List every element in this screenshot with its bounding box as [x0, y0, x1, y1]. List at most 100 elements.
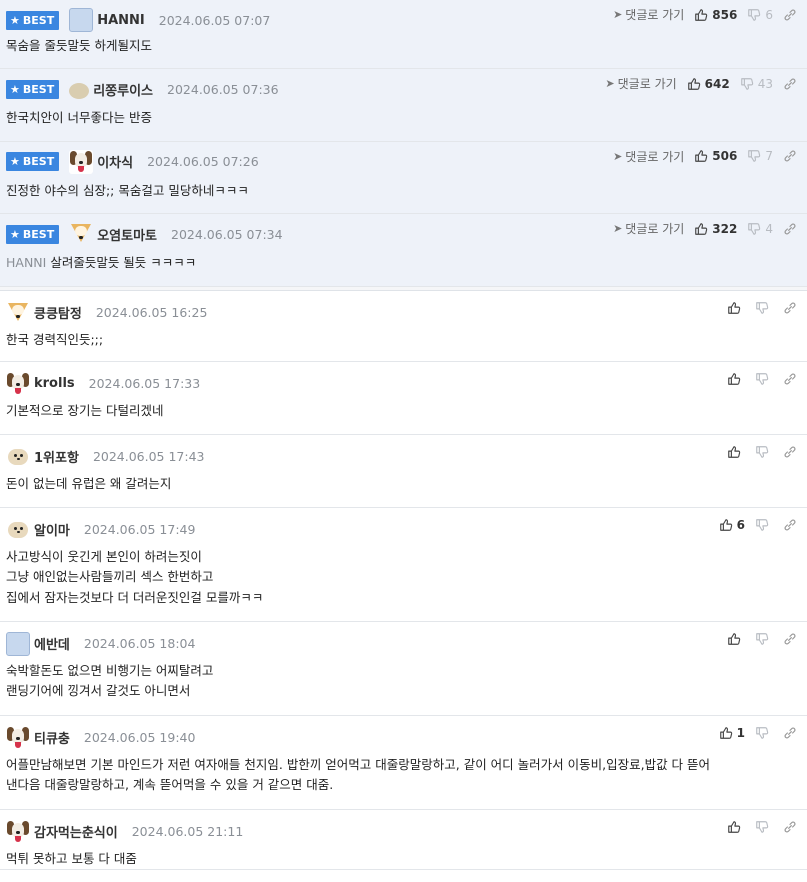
comment-actions: 1 [719, 726, 797, 740]
upvote-button[interactable] [727, 632, 745, 646]
best-comment: ★ BEST 리쫑루이스 2024.06.05 07:36 ➤ 댓글로 가기 642… [0, 69, 807, 142]
comment-actions [727, 445, 797, 459]
downvote-button[interactable] [755, 726, 773, 740]
comment-header: 티큐충 2024.06.05 19:40 [6, 725, 196, 750]
goto-comment-link[interactable]: ➤ 댓글로 가기 [613, 6, 684, 23]
comment: 감자먹는춘식이 2024.06.05 21:11 먹튀 못하고 보통 다 대줌 [0, 810, 807, 870]
comment-date: 2024.06.05 19:40 [83, 730, 196, 745]
nickname[interactable]: 에반데 [34, 634, 70, 653]
upvote-button[interactable]: 642 [687, 77, 730, 91]
avatar[interactable] [69, 8, 94, 32]
nickname[interactable]: 알이마 [34, 520, 70, 539]
upvote-button[interactable]: 1 [719, 726, 745, 740]
upvote-button[interactable]: 6 [719, 518, 745, 532]
thumbs-up-icon [728, 820, 741, 833]
link-icon[interactable] [783, 820, 797, 834]
downvote-button[interactable] [755, 372, 773, 386]
comment-actions [727, 632, 797, 646]
avatar[interactable] [6, 819, 30, 844]
send-arrow-icon: ➤ [613, 149, 623, 163]
nickname[interactable]: 감자먹는춘식이 [34, 822, 118, 841]
goto-comment-link[interactable]: ➤ 댓글로 가기 [605, 75, 676, 92]
comment-actions [727, 820, 797, 834]
nickname[interactable]: 리쫑루이스 [93, 80, 153, 99]
nickname[interactable]: 티큐충 [34, 728, 70, 747]
avatar[interactable] [6, 631, 30, 656]
link-icon[interactable] [783, 301, 797, 315]
goto-comment-link[interactable]: ➤ 댓글로 가기 [613, 220, 684, 237]
comment-line: 먹튀 못하고 보통 다 대줌 [6, 850, 137, 866]
downvote-button[interactable]: 7 [747, 149, 773, 163]
comment-line: 집에서 잠자는것보다 더 더러운짓인걸 모를까ㅋㅋ [6, 589, 264, 605]
link-icon[interactable] [783, 8, 797, 22]
goto-comment-link[interactable]: ➤ 댓글로 가기 [613, 148, 684, 165]
comment-header: 킁킁탐정 2024.06.05 16:25 [6, 302, 207, 324]
downvote-button[interactable] [755, 445, 773, 459]
comment-header: 에반데 2024.06.05 18:04 [6, 631, 195, 656]
link-icon[interactable] [783, 632, 797, 646]
avatar[interactable] [6, 518, 30, 542]
upvote-button[interactable] [727, 820, 745, 834]
thumbs-down-icon [756, 518, 769, 531]
downvote-button[interactable]: 6 [747, 8, 773, 22]
upvote-button[interactable] [727, 372, 745, 386]
avatar[interactable] [69, 149, 94, 174]
downvote-button[interactable]: 43 [740, 77, 773, 91]
best-comment: ★ BEST HANNI 2024.06.05 07:07 ➤ 댓글로 가기 856… [0, 0, 807, 69]
comment-header: ★ BEST 리쫑루이스 2024.06.05 07:36 [6, 78, 279, 100]
link-icon[interactable] [783, 222, 797, 236]
reply-target[interactable]: HANNI [6, 255, 46, 270]
nickname[interactable]: HANNI [97, 13, 145, 28]
upvote-button[interactable]: 856 [694, 8, 737, 22]
comment-text: 어플만남해보면 기본 마인드가 저런 여자애들 천지임. 밥한끼 얻어먹고 대줄… [6, 755, 801, 796]
comment: 에반데 2024.06.05 18:04 숙박할돈도 없으면 비행기는 어찌탈려… [0, 622, 807, 716]
thumbs-up-icon [728, 445, 741, 458]
link-icon[interactable] [783, 77, 797, 91]
thumbs-up-icon [695, 150, 708, 162]
upvote-button[interactable] [727, 301, 745, 315]
avatar[interactable] [6, 445, 30, 469]
comment-text: 사고방식이 웃긴게 본인이 하려는짓이 그냥 애인없는사람들끼리 섹스 한번하고 집… [6, 547, 801, 609]
comment-actions: ➤ 댓글로 가기 506 7 [613, 148, 797, 165]
avatar[interactable] [6, 725, 30, 750]
comment-line: 낸다음 대줄랑말랑하고, 계속 뜯어먹을 수 있을 거 같으면 대줌. [6, 777, 334, 792]
link-icon[interactable] [783, 726, 797, 740]
downvote-button[interactable]: 4 [747, 222, 773, 236]
avatar[interactable] [6, 371, 30, 396]
best-badge: ★ BEST [6, 224, 60, 244]
comment-text: 기본적으로 장기는 다털리겠네 [6, 401, 801, 422]
comment-text: 목숨을 줄듯말듯 하게될지도 [6, 38, 152, 53]
comment-line: 돈이 없는데 유럽은 왜 갈려는지 [6, 475, 172, 491]
comment: 알이마 2024.06.05 17:49 6 사고방식이 웃긴게 본인이 하려는… [0, 508, 807, 622]
downvote-button[interactable] [755, 632, 773, 646]
downvote-button[interactable] [755, 301, 773, 315]
star-icon: ★ [10, 227, 20, 241]
avatar[interactable] [6, 301, 30, 325]
link-icon[interactable] [783, 149, 797, 163]
comment-text: 먹튀 못하고 보통 다 대줌 [6, 849, 801, 870]
nickname[interactable]: 오염토마토 [97, 225, 157, 244]
thumbs-down-icon [748, 8, 761, 21]
upvote-button[interactable]: 506 [694, 149, 737, 163]
nickname[interactable]: 이차식 [97, 152, 133, 171]
link-icon[interactable] [783, 372, 797, 386]
downvote-button[interactable] [755, 820, 773, 834]
comment-date: 2024.06.05 07:07 [158, 12, 271, 28]
comment-date: 2024.06.05 07:34 [171, 226, 283, 242]
link-icon[interactable] [783, 518, 797, 532]
nickname[interactable]: krolls [34, 376, 75, 391]
avatar[interactable] [69, 222, 93, 246]
downvote-button[interactable] [755, 518, 773, 532]
thumbs-up-icon [719, 518, 732, 531]
send-arrow-icon: ➤ [605, 77, 615, 90]
thumbs-up-icon [695, 222, 708, 235]
upvote-button[interactable]: 322 [694, 222, 737, 236]
comment-line: 숙박할돈도 없으면 비행기는 어찌탈려고 [6, 662, 214, 678]
comment-text: 돈이 없는데 유럽은 왜 갈려는지 [6, 474, 801, 495]
comment-line: 기본적으로 장기는 다털리겠네 [6, 402, 164, 418]
upvote-button[interactable] [727, 445, 745, 459]
avatar[interactable] [69, 83, 90, 99]
nickname[interactable]: 킁킁탐정 [34, 303, 82, 322]
link-icon[interactable] [783, 445, 797, 459]
nickname[interactable]: 1위포항 [34, 447, 79, 466]
